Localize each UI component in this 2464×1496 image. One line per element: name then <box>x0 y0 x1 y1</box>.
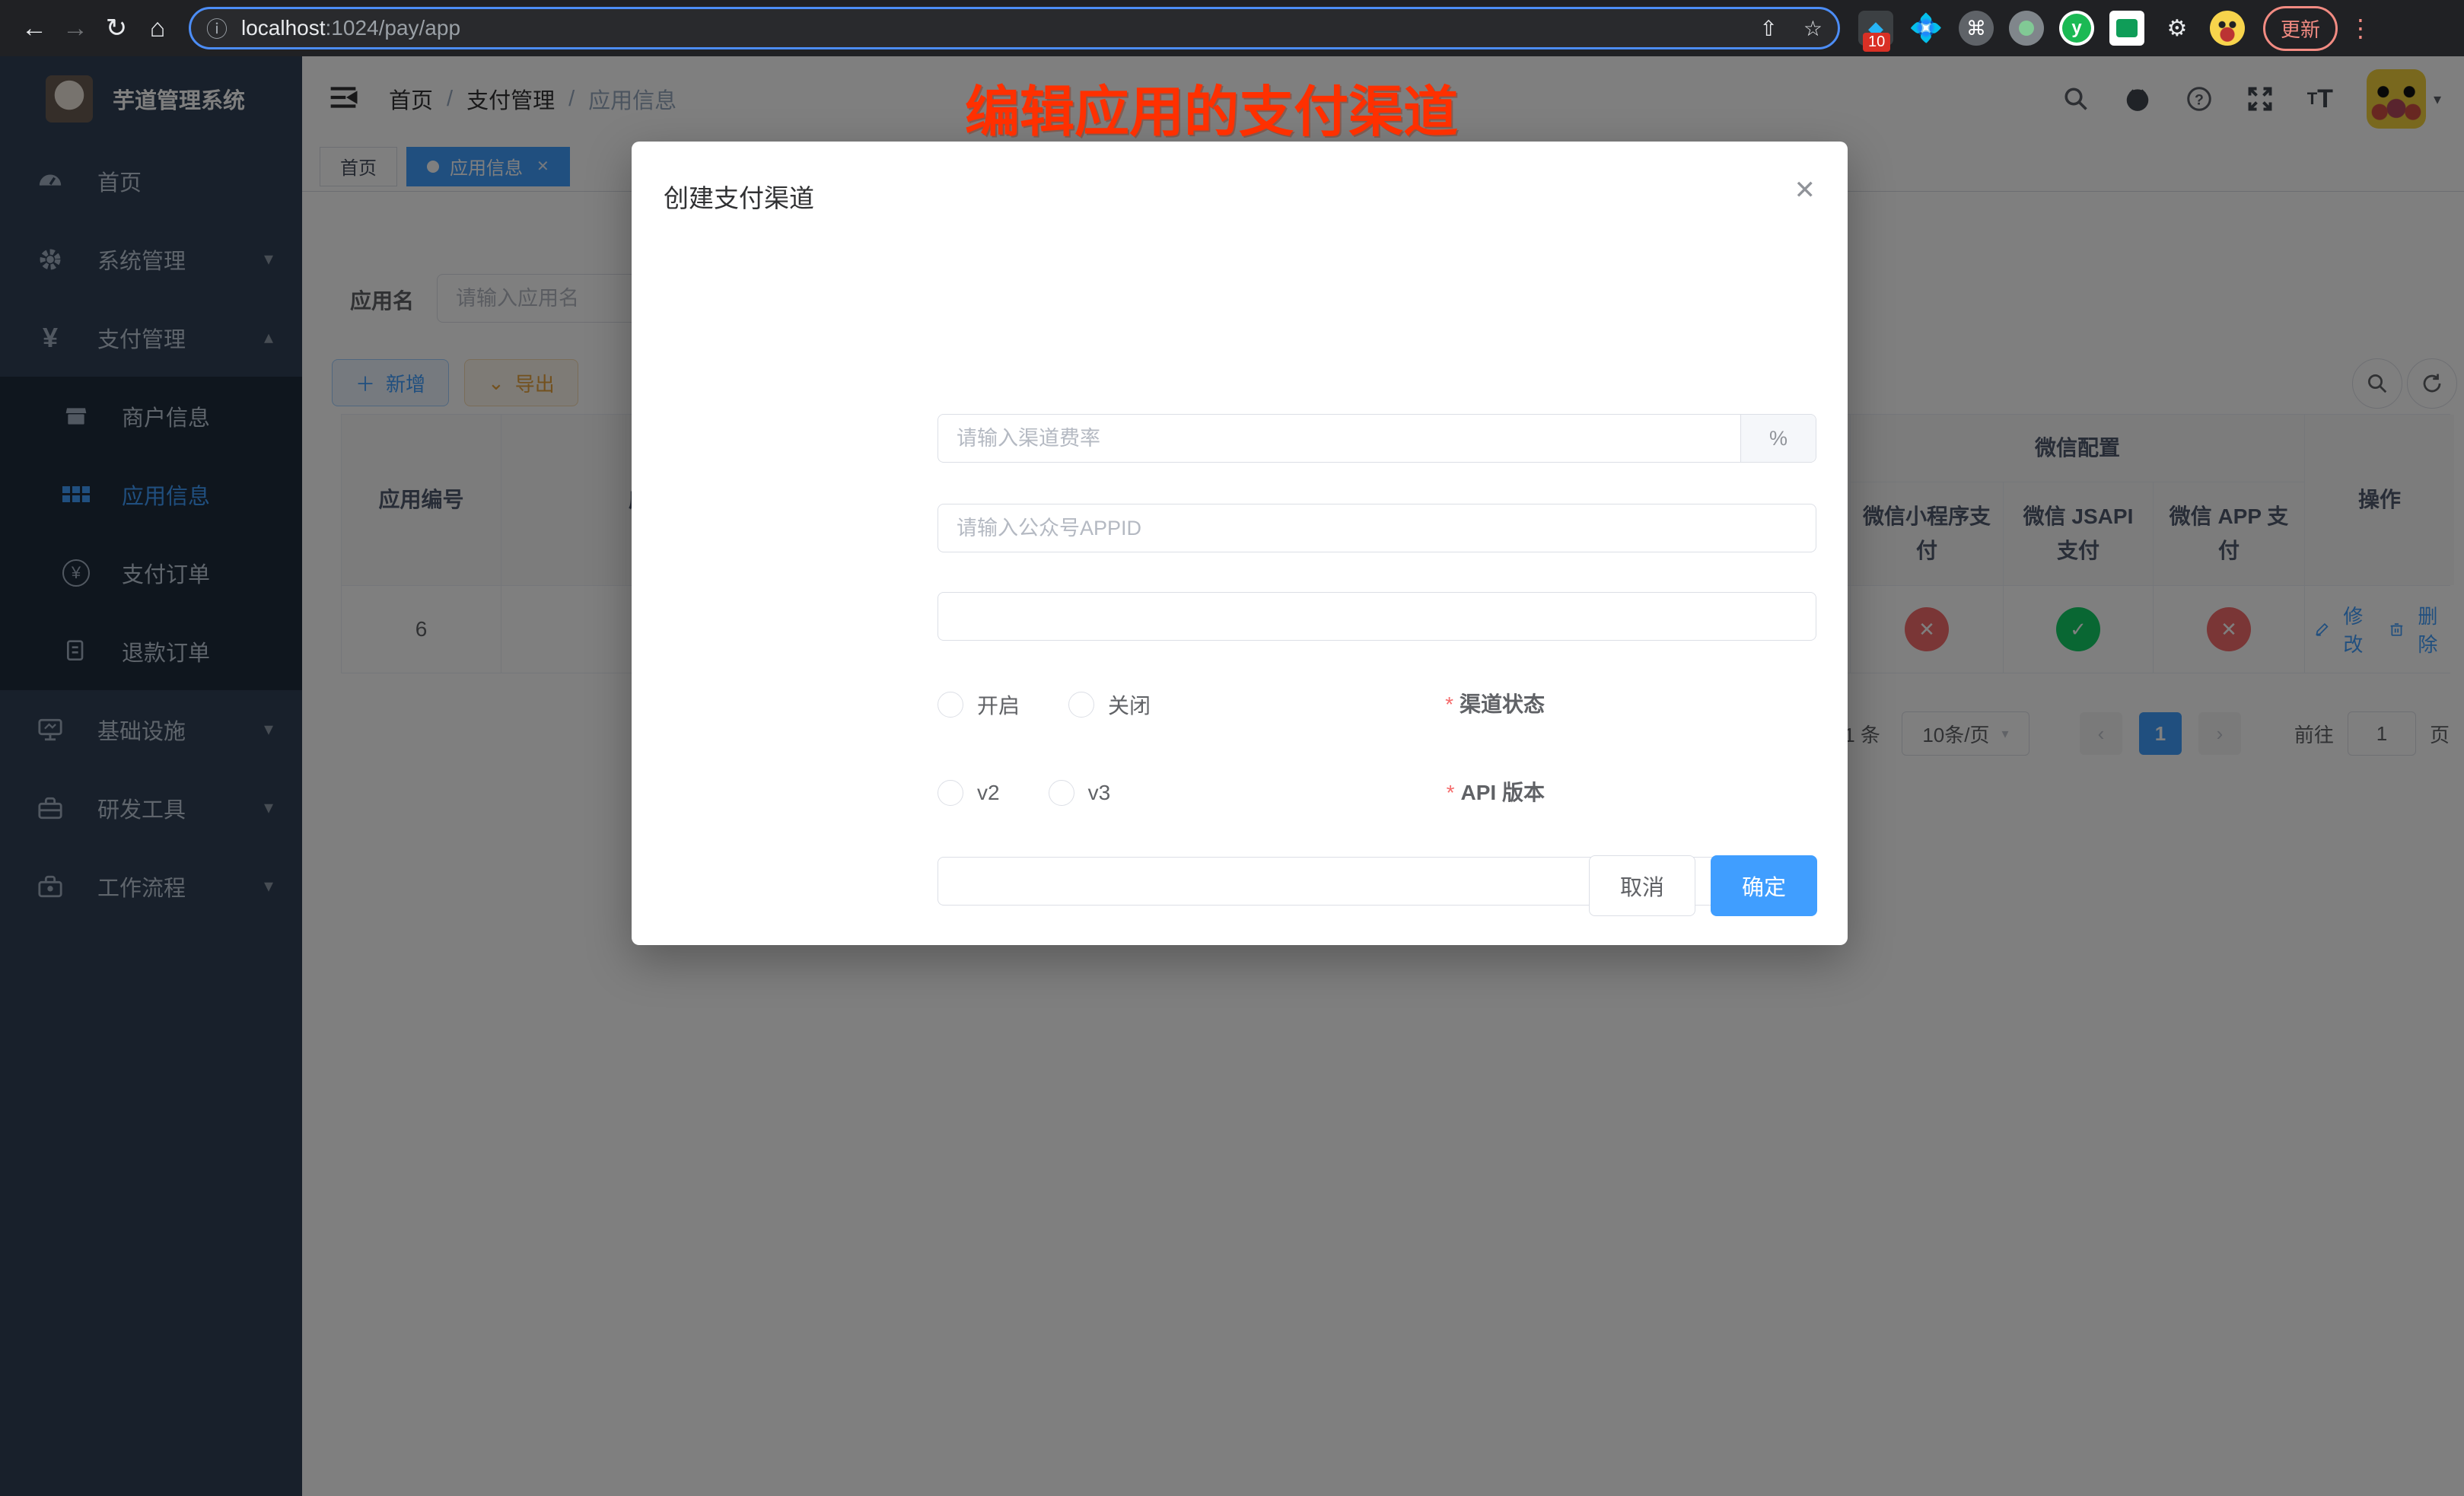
extension-recorder-icon[interactable] <box>2009 11 2044 46</box>
browser-forward-button[interactable]: → <box>55 8 96 49</box>
status-close-label: 关闭 <box>1108 689 1151 720</box>
form-row-status: * 渠道状态 开启 关闭 <box>632 680 1848 729</box>
extension-chat-icon[interactable] <box>2109 11 2144 46</box>
extension-y-icon[interactable]: y <box>2059 11 2094 46</box>
site-info-icon[interactable]: ⓘ <box>206 13 228 43</box>
api-v2-label: v2 <box>977 781 1000 805</box>
extension-command-icon[interactable]: ⌘ <box>1959 11 1994 46</box>
rate-suffix-percent: % <box>1740 415 1816 462</box>
confirm-button[interactable]: 确定 <box>1711 855 1817 916</box>
radio-circle-icon <box>938 780 963 806</box>
status-close-radio[interactable]: 关闭 <box>1068 689 1151 720</box>
bookmark-star-icon[interactable]: ☆ <box>1803 16 1823 41</box>
status-radio-group: 开启 关闭 <box>938 680 1199 729</box>
rate-input[interactable] <box>938 414 1816 463</box>
close-icon[interactable]: ✕ <box>1794 175 1816 205</box>
cancel-button[interactable]: 取消 <box>1589 855 1695 916</box>
extension-badge: 10 <box>1863 33 1890 52</box>
radio-circle-icon <box>1049 780 1074 806</box>
merchant-input[interactable] <box>938 592 1816 641</box>
api-version-radio-group: v2 v3 <box>938 769 1159 817</box>
dialog-title: 创建支付渠道 <box>664 178 814 215</box>
create-pay-channel-dialog: 创建支付渠道 ✕ *渠道费率 % *公众号APPID *商户号 * 渠道状态 开启 <box>632 142 1848 945</box>
status-open-radio[interactable]: 开启 <box>938 689 1020 720</box>
required-asterisk: * <box>1447 781 1455 804</box>
api-version-label-text: API 版本 <box>1461 781 1545 804</box>
extensions-puzzle-icon[interactable]: ⚙ <box>2160 11 2195 46</box>
status-open-label: 开启 <box>977 689 1020 720</box>
api-v3-label: v3 <box>1088 781 1111 805</box>
radio-circle-icon <box>938 692 963 718</box>
form-row-rate: *渠道费率 % <box>632 414 1848 463</box>
annotation-text: 编辑应用的支付渠道 <box>965 67 1458 147</box>
api-v3-radio[interactable]: v3 <box>1049 780 1111 806</box>
share-icon[interactable]: ⇧ <box>1759 16 1777 41</box>
appid-input[interactable] <box>938 504 1816 552</box>
browser-profile-avatar[interactable] <box>2210 11 2245 46</box>
form-row-merchant: *商户号 <box>632 592 1848 641</box>
radio-circle-icon <box>1068 692 1094 718</box>
dialog-footer: 取消 确定 <box>1589 855 1817 916</box>
api-v2-radio[interactable]: v2 <box>938 780 1000 806</box>
browser-update-button[interactable]: 更新 <box>2263 6 2338 51</box>
required-asterisk: * <box>1445 692 1453 716</box>
browser-home-button[interactable]: ⌂ <box>137 8 178 49</box>
browser-menu-icon[interactable]: ⋮ <box>2348 14 2373 43</box>
browser-reload-button[interactable]: ↻ <box>96 8 137 49</box>
browser-toolbar: ← → ↻ ⌂ ⓘ localhost:1024/pay/app ⇧ ☆ ◆ 1… <box>0 0 2464 56</box>
url-host: localhost <box>241 16 326 40</box>
form-row-appid: *公众号APPID <box>632 504 1848 552</box>
url-path: :1024/pay/app <box>326 16 461 40</box>
status-label-text: 渠道状态 <box>1460 692 1545 716</box>
form-row-api-version: * API 版本 v2 v3 <box>632 769 1848 817</box>
browser-back-button[interactable]: ← <box>14 8 55 49</box>
extension-tab-manager-icon[interactable]: ◆ 10 <box>1858 11 1893 46</box>
address-bar[interactable]: ⓘ localhost:1024/pay/app ⇧ ☆ <box>189 7 1840 49</box>
extension-balloon-icon[interactable]: 💠 <box>1908 11 1944 46</box>
